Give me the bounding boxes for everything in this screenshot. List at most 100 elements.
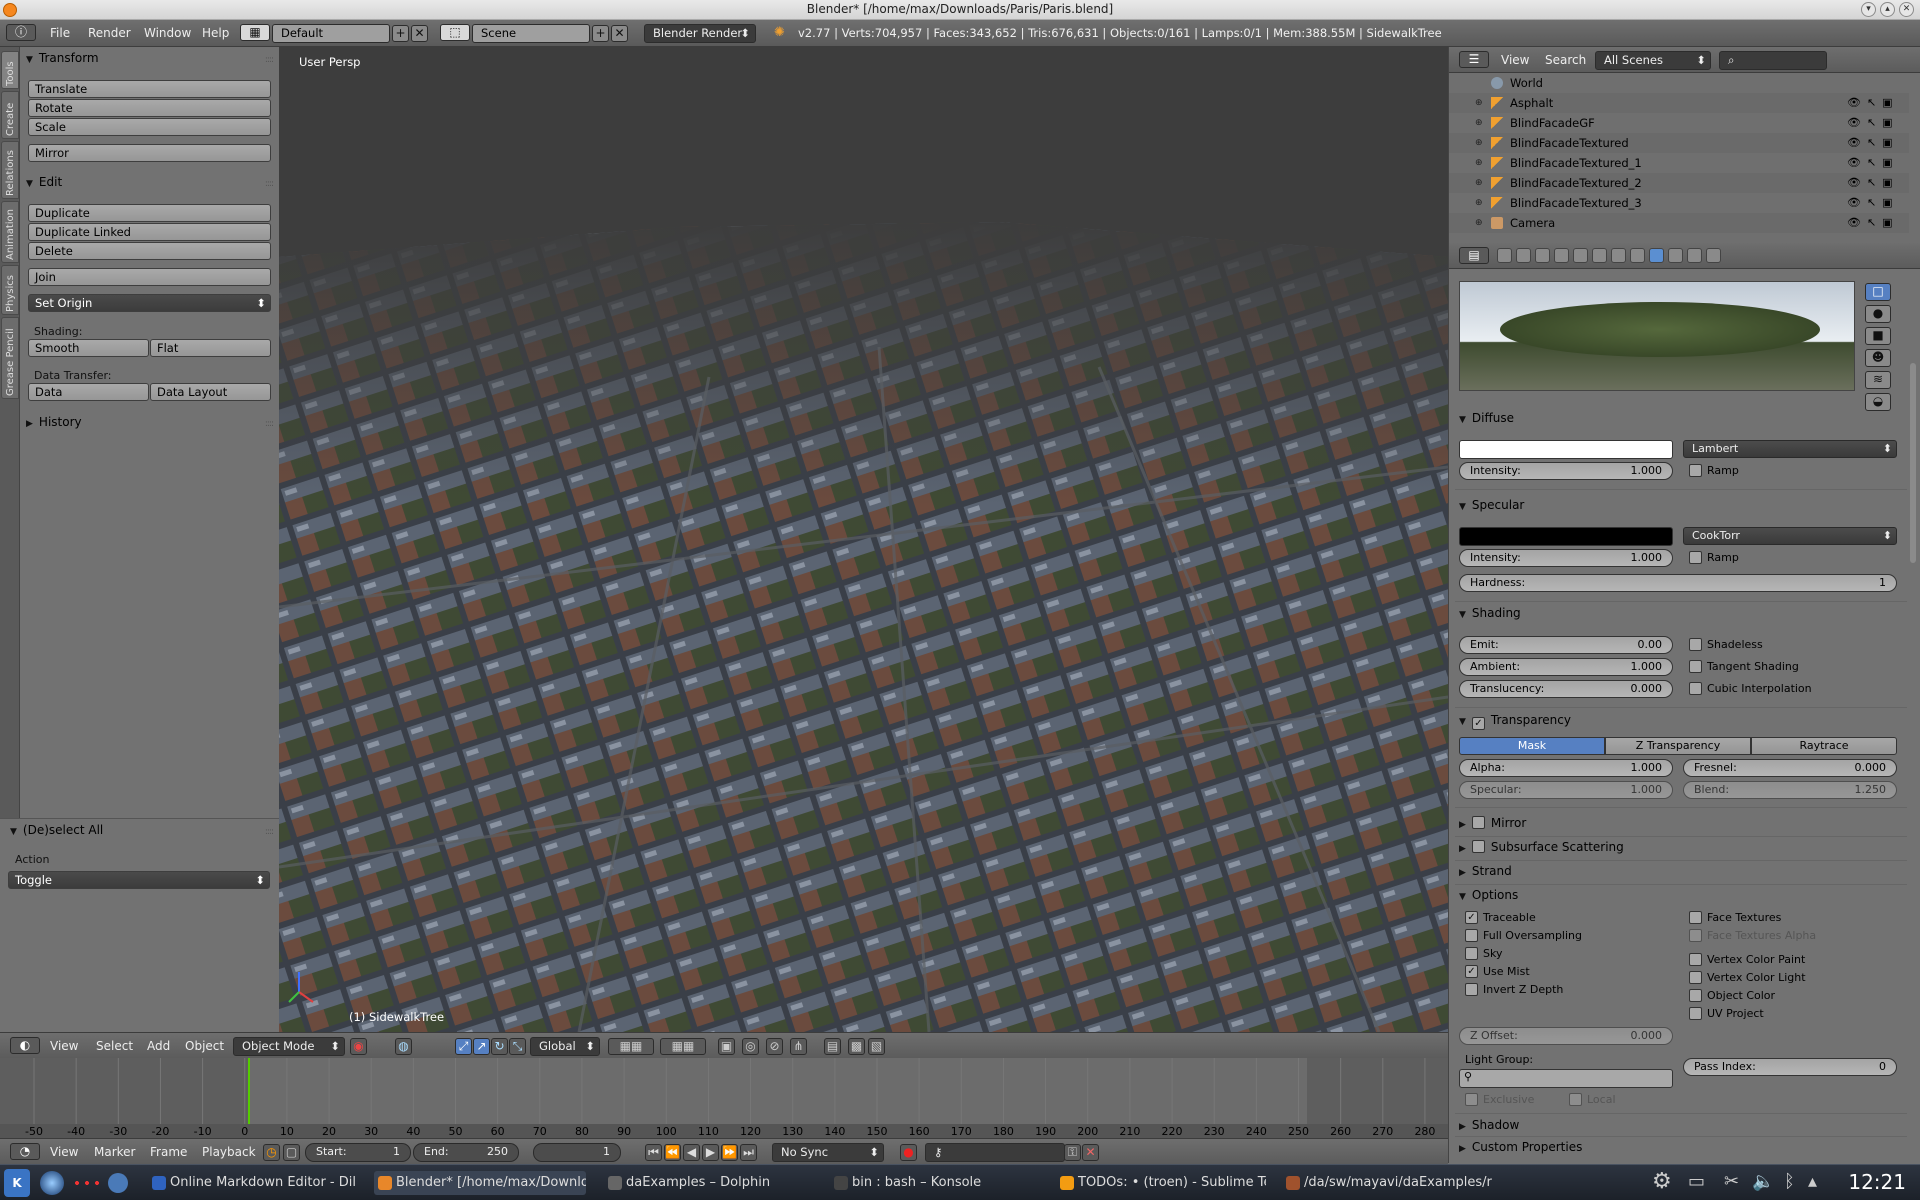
local-checkbox[interactable] [1569, 1093, 1582, 1106]
flat-button[interactable]: Flat [150, 339, 271, 357]
tray-expand-icon[interactable]: ▴ [1808, 1171, 1817, 1192]
particles-tab-icon[interactable] [1687, 248, 1702, 263]
action-select[interactable]: Toggle ⬍ [8, 871, 270, 889]
editor-type-icon[interactable]: ⓘ [6, 24, 36, 41]
visibility-icon[interactable]: 👁↖▣ [1847, 133, 1899, 153]
smooth-button[interactable]: Smooth [28, 339, 149, 357]
exclusive-checkbox[interactable] [1465, 1093, 1478, 1106]
diffuse-header[interactable]: ▼ Diffuse [1459, 411, 1514, 425]
custom-properties-header[interactable]: ▶ Custom Properties [1459, 1140, 1582, 1154]
task-konsole[interactable]: bin : bash – Konsole [830, 1171, 1042, 1195]
insert-keyframe-icon[interactable]: ⚿ [1064, 1144, 1081, 1161]
mode-select[interactable]: Object Mode ⬍ [233, 1037, 345, 1056]
menu-frame[interactable]: Frame [150, 1145, 187, 1159]
option-checkbox[interactable]: ✓ [1465, 911, 1478, 924]
close-icon[interactable]: ✕ [1899, 2, 1914, 17]
delete-keyframe-icon[interactable]: ✕ [1082, 1144, 1099, 1161]
option-checkbox[interactable] [1689, 989, 1702, 1002]
shading-mode-icon[interactable]: ◉ [350, 1038, 367, 1055]
timeline[interactable]: -50 -40 -30 -20 -10 0 10 20 30 40 50 60 70 80 90 100 110… [0, 1058, 1448, 1138]
scale-button[interactable]: Scale [28, 118, 271, 136]
tab-grease-pencil[interactable]: Grease Pencil [1, 317, 19, 399]
lock-icon[interactable]: ▢ [283, 1144, 300, 1161]
preview-monkey-icon[interactable]: ☻ [1865, 349, 1891, 367]
option-checkbox[interactable] [1689, 911, 1702, 924]
expand-icon[interactable]: ⊕ [1475, 153, 1483, 173]
maximize-button[interactable]: ▴ [1880, 2, 1895, 17]
data-layout-button[interactable]: Data Layout [150, 383, 271, 401]
world-tab-icon[interactable] [1554, 248, 1569, 263]
opengl-render-icon[interactable]: ▤ [824, 1038, 841, 1055]
join-button[interactable]: Join [28, 268, 271, 286]
pivot-icon[interactable]: ◍ [395, 1038, 412, 1055]
cubic-interpolation-checkbox[interactable] [1689, 682, 1702, 695]
menu-view[interactable]: View [50, 1145, 78, 1159]
history-panel-header[interactable]: ▶ History [26, 415, 82, 429]
texture-tab-icon[interactable] [1668, 248, 1683, 263]
end-frame-field[interactable]: End: 250 [413, 1143, 519, 1162]
launcher-icon[interactable] [108, 1173, 128, 1193]
option-checkbox[interactable] [1465, 983, 1478, 996]
proportional-edit-icon[interactable]: ◎ [742, 1038, 759, 1055]
mirror-header[interactable]: ▶ Mirror [1459, 816, 1526, 830]
duplicate-linked-button[interactable]: Duplicate Linked [28, 223, 271, 241]
outliner-row[interactable]: ⊕ BlindFacadeGF 👁↖▣ [1449, 113, 1909, 133]
option-checkbox[interactable] [1465, 947, 1478, 960]
option-checkbox[interactable] [1689, 929, 1702, 942]
task-sublime[interactable]: TODOs: • (troen) - Sublime Te [1056, 1171, 1266, 1195]
visibility-icon[interactable]: 👁↖▣ [1847, 113, 1899, 133]
start-frame-field[interactable]: Start: 1 [305, 1143, 411, 1162]
record-icon[interactable]: ● [900, 1144, 917, 1161]
outliner-row[interactable]: ⊕ Camera 👁↖▣ [1449, 213, 1909, 233]
rotate-manipulator-icon[interactable]: ↻ [491, 1038, 508, 1055]
expand-icon[interactable]: ⊕ [1475, 133, 1483, 153]
options-header[interactable]: ▼ Options [1459, 888, 1518, 902]
preview-hair-icon[interactable]: ≋ [1865, 371, 1891, 389]
visibility-icon[interactable]: 👁↖▣ [1847, 213, 1899, 233]
prev-keyframe-icon[interactable]: ⏪ [664, 1144, 681, 1161]
outliner-row[interactable]: ⊕ Asphalt 👁↖▣ [1449, 93, 1909, 113]
visibility-icon[interactable]: 👁↖▣ [1847, 93, 1899, 113]
data-tab-icon[interactable] [1630, 248, 1645, 263]
browser-launcher-icon[interactable] [40, 1171, 64, 1195]
hardness-field[interactable]: Hardness: 1 [1459, 574, 1897, 592]
menu-view[interactable]: View [50, 1039, 78, 1053]
menu-window[interactable]: Window [144, 26, 191, 40]
sync-select[interactable]: No Sync ⬍ [772, 1143, 884, 1162]
menu-search[interactable]: Search [1545, 53, 1586, 67]
preview-sky-icon[interactable]: ◒ [1865, 393, 1891, 411]
z-offset-field[interactable]: Z Offset: 0.000 [1459, 1027, 1673, 1045]
mirror-button[interactable]: Mirror [28, 144, 271, 162]
display-mode-select[interactable]: All Scenes ⬍ [1595, 51, 1711, 70]
diffuse-shader-select[interactable]: Lambert ⬍ [1683, 440, 1897, 458]
shadeless-checkbox[interactable] [1689, 638, 1702, 651]
object-tab-icon[interactable] [1573, 248, 1588, 263]
outliner-row[interactable]: ⊕ BlindFacadeTextured_2 👁↖▣ [1449, 173, 1909, 193]
option-checkbox[interactable] [1689, 953, 1702, 966]
operator-panel-header[interactable]: ▼ (De)select All [10, 823, 103, 837]
task-dolphin[interactable]: daExamples – Dolphin [604, 1171, 816, 1195]
add-scene-icon[interactable]: + [592, 25, 609, 42]
settings-icon[interactable]: ⚙ [1652, 1169, 1672, 1194]
preview-sphere-icon[interactable]: ● [1865, 305, 1891, 323]
edit-panel-header[interactable]: ▼ Edit [26, 175, 62, 189]
light-group-input[interactable]: ⚲ [1459, 1069, 1673, 1088]
remove-layout-icon[interactable]: ✕ [411, 25, 428, 42]
option-checkbox[interactable] [1689, 971, 1702, 984]
translate-manipulator-icon[interactable]: ↗ [473, 1038, 490, 1055]
editor-type-icon[interactable]: ▤ [1459, 247, 1489, 264]
scene-field[interactable]: Scene [472, 24, 590, 43]
shading-header[interactable]: ▼ Shading [1459, 606, 1521, 620]
outliner-row[interactable]: ⊕ BlindFacadeTextured 👁↖▣ [1449, 133, 1909, 153]
play-icon[interactable]: ▶ [702, 1144, 719, 1161]
tab-physics[interactable]: Physics [1, 265, 19, 315]
duplicate-button[interactable]: Duplicate [28, 204, 271, 222]
visibility-icon[interactable]: 👁↖▣ [1847, 153, 1899, 173]
scale-manipulator-icon[interactable]: ⤡ [509, 1038, 526, 1055]
snap-target-icon[interactable]: ⋔ [790, 1038, 807, 1055]
data-button[interactable]: Data [28, 383, 149, 401]
layout-field[interactable]: Default [272, 24, 390, 43]
search-input[interactable]: ⌕ [1719, 51, 1827, 70]
play-reverse-icon[interactable]: ◀ [683, 1144, 700, 1161]
scene-tab-icon[interactable] [1535, 248, 1550, 263]
